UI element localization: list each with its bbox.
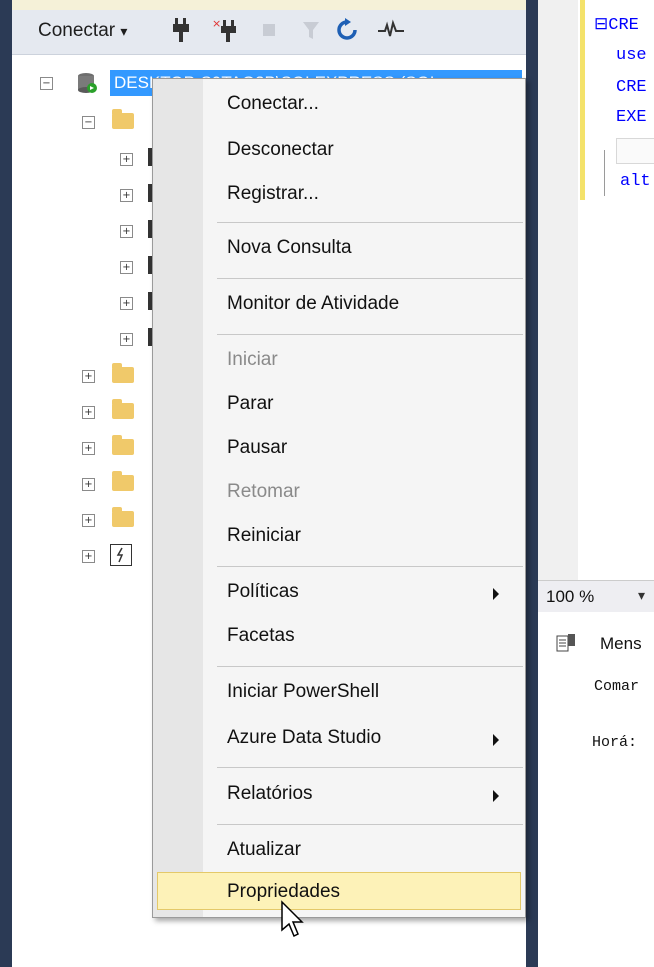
code-line[interactable]: alt [620,172,651,191]
menu-item-registrar[interactable]: Registrar... [227,183,319,205]
object-explorer-toolbar: Conectar ▾ × [12,10,526,55]
menu-item-atualizar[interactable]: Atualizar [227,839,301,861]
menu-icon-gutter [153,79,203,917]
editor-gutter [538,0,578,580]
expand-toggle[interactable]: + [82,406,95,419]
menu-item-iniciar: Iniciar [227,349,278,370]
messages-tab-icon[interactable] [556,634,576,659]
menu-item-conectar[interactable]: Conectar... [227,93,319,115]
change-tracking-bar [580,0,585,200]
expand-toggle[interactable]: + [82,550,95,563]
menu-item-iniciar-powershell[interactable]: Iniciar PowerShell [227,681,379,703]
menu-item-azure-data-studio[interactable]: Azure Data Studio [227,727,381,749]
menu-separator [217,666,523,667]
outline-guide [604,150,605,196]
message-line: Horá: [592,734,638,751]
folder-icon [112,363,134,383]
menu-separator [217,278,523,279]
window-frame-left [0,0,12,967]
menu-item-pausar[interactable]: Pausar [227,437,287,459]
expand-toggle[interactable]: + [120,225,133,238]
menu-item-reiniciar[interactable]: Reiniciar [227,525,301,547]
menu-item-facetas[interactable]: Facetas [227,625,295,647]
folder-collapse-toggle[interactable]: − [82,116,95,129]
code-line[interactable]: use [616,46,647,65]
expand-toggle[interactable]: + [82,514,95,527]
folder-icon [112,471,134,491]
expand-toggle[interactable]: + [120,297,133,310]
mouse-cursor-icon [280,900,304,945]
sql-agent-icon [110,544,132,566]
collapsed-region-box[interactable] [616,138,654,164]
activity-monitor-icon[interactable] [378,18,404,48]
context-menu: Conectar... Desconectar Registrar... Nov… [152,78,526,918]
menu-item-retomar: Retomar [227,481,300,502]
expand-toggle[interactable]: + [82,442,95,455]
expand-toggle[interactable]: + [82,370,95,383]
expand-toggle[interactable]: + [120,261,133,274]
expand-toggle[interactable]: + [120,333,133,346]
code-line[interactable]: CRE [616,78,647,97]
menu-item-relatorios[interactable]: Relatórios [227,783,313,805]
refresh-icon[interactable] [336,18,358,48]
menu-item-nova-consulta[interactable]: Nova Consulta [227,237,352,259]
editor-statusbar: 100 % ▾ [538,580,654,613]
menu-item-politicas[interactable]: Políticas [227,581,299,603]
menu-separator [217,767,523,768]
submenu-arrow-icon [493,734,499,746]
menu-separator [217,824,523,825]
svg-text:×: × [212,18,221,30]
submenu-arrow-icon [493,790,499,802]
folder-icon [112,109,134,129]
results-pane: Mens Comar Horá: [538,612,654,967]
filter-icon[interactable] [302,18,320,48]
menu-item-desconectar[interactable]: Desconectar [227,139,334,161]
expand-toggle[interactable]: + [120,189,133,202]
menu-separator [217,334,523,335]
zoom-level[interactable]: 100 % [546,587,594,607]
connect-dropdown-icon[interactable]: ▾ [120,23,127,39]
connect-label: Conectar [38,20,116,41]
folder-icon [112,399,134,419]
expand-toggle[interactable]: + [120,153,133,166]
code-line[interactable]: ⊟CRE [594,14,639,35]
zoom-dropdown-icon[interactable]: ▾ [638,587,645,604]
menu-separator [217,222,523,223]
connect-plug-icon[interactable] [172,18,190,48]
folder-icon [112,507,134,527]
menu-item-parar[interactable]: Parar [227,393,273,415]
messages-tab[interactable]: Mens [600,634,642,654]
disconnect-plug-icon[interactable]: × [212,17,240,48]
server-collapse-toggle[interactable]: − [40,77,53,90]
expand-toggle[interactable]: + [82,478,95,491]
stop-icon[interactable] [262,18,276,48]
menu-separator [217,566,523,567]
panel-header-strip [12,0,526,10]
connect-button[interactable]: Conectar ▾ [38,20,127,42]
server-icon [76,72,98,94]
pane-splitter[interactable] [526,0,538,967]
menu-item-monitor-de-atividade[interactable]: Monitor de Atividade [227,293,399,315]
code-line[interactable]: EXE [616,108,647,127]
message-line: Comar [594,678,640,695]
folder-icon [112,435,134,455]
submenu-arrow-icon [493,588,499,600]
